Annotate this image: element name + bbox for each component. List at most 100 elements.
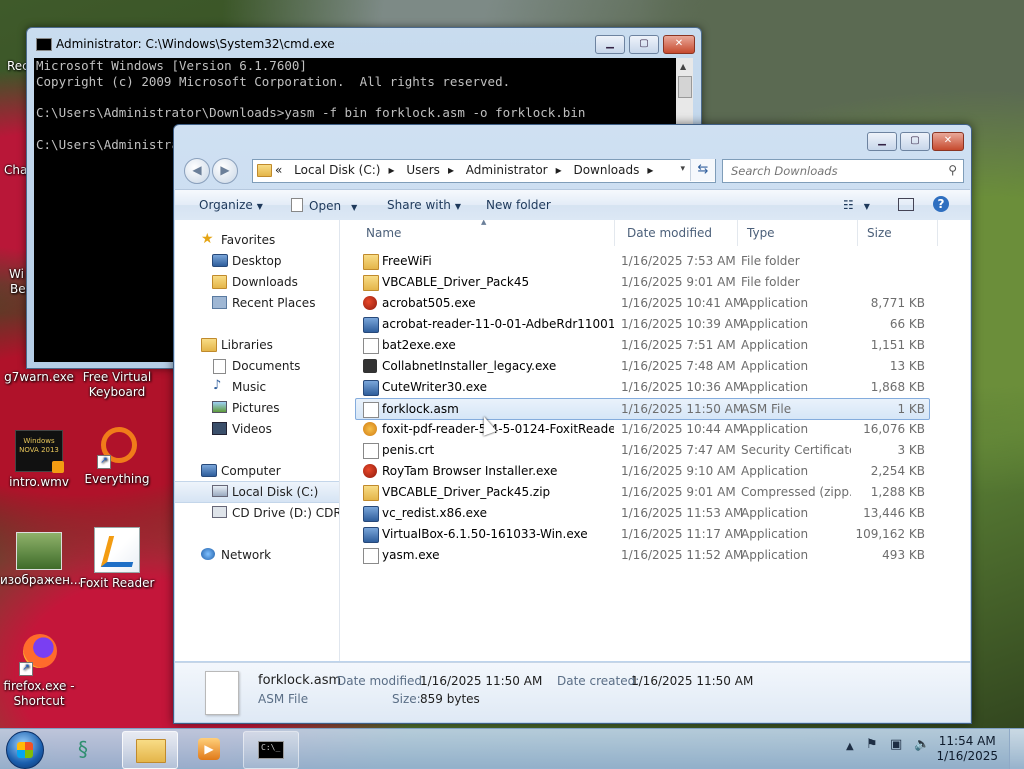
file-row[interactable]: acrobat-reader-11-0-01-AdbeRdr11001_e...…	[356, 314, 929, 334]
desktop-icon-free-virtual-keyboard[interactable]: Free Virtual Keyboard	[78, 370, 156, 400]
nav-label: CD Drive (D:) CDROM	[232, 506, 339, 520]
help-button[interactable]: ?	[933, 196, 949, 212]
breadcrumb-overflow[interactable]: «	[275, 163, 282, 177]
scrollbar-thumb[interactable]	[678, 76, 692, 98]
nav-recent-places[interactable]: Recent Places	[175, 293, 339, 313]
open-button[interactable]: Open ▼	[291, 198, 357, 213]
desktop-icon-image[interactable]: изображен...	[0, 532, 81, 588]
breadcrumb-item-local-disk[interactable]: Local Disk (C:)	[294, 163, 380, 177]
nav-computer[interactable]: Computer	[175, 461, 339, 481]
column-divider[interactable]	[737, 220, 738, 246]
nav-libraries[interactable]: Libraries	[175, 335, 339, 355]
breadcrumb-separator-icon[interactable]: ▸	[647, 163, 653, 177]
search-icon[interactable]: ⚲	[948, 163, 957, 177]
file-date: 1/16/2025 11:52 AM	[621, 548, 744, 562]
nav-documents[interactable]: Documents	[175, 356, 339, 376]
file-size: 16,076 KB	[863, 422, 925, 436]
breadcrumb-item-administrator[interactable]: Administrator	[466, 163, 548, 177]
nav-pictures[interactable]: Pictures	[175, 398, 339, 418]
minimize-button[interactable]: ▁	[867, 132, 897, 151]
folder-icon	[257, 164, 272, 177]
column-header-date[interactable]: Date modified	[627, 226, 712, 240]
nav-local-disk[interactable]: Local Disk (C:)	[175, 481, 339, 503]
action-center-flag-icon[interactable]: ⚑	[866, 737, 878, 752]
address-dropdown-icon[interactable]: ▾	[680, 164, 685, 174]
windows-logo-icon	[17, 742, 33, 758]
nav-favorites[interactable]: ★ Favorites	[175, 230, 339, 250]
file-date: 1/16/2025 7:53 AM	[621, 254, 736, 268]
nav-desktop[interactable]: Desktop	[175, 251, 339, 271]
taskbar-item-explorer[interactable]	[122, 731, 178, 769]
file-row[interactable]: vc_redist.x86.exe 1/16/2025 11:53 AM Appli…	[356, 503, 929, 523]
column-header-type[interactable]: Type	[747, 226, 775, 240]
file-row-selected[interactable]: forklock.asm 1/16/2025 11:50 AM ASM File 1 …	[355, 398, 930, 420]
nav-videos[interactable]: Videos	[175, 419, 339, 439]
taskbar-item-dragon-app[interactable]: §	[62, 731, 116, 767]
network-tray-icon[interactable]: ▣	[890, 737, 902, 752]
new-folder-button[interactable]: New folder	[486, 198, 551, 212]
explorer-window[interactable]: ▁ ▢ ✕ ◀ ▶ « Local Disk (C:) ▸ Users ▸ Admi…	[173, 124, 972, 724]
close-button[interactable]: ✕	[932, 132, 964, 151]
column-header-size[interactable]: Size	[867, 226, 892, 240]
desktop-icon-firefox-shortcut[interactable]: ↗ firefox.exe - Shortcut	[0, 632, 78, 709]
breadcrumb-item-downloads[interactable]: Downloads	[573, 163, 639, 177]
file-name: forklock.asm	[382, 402, 459, 416]
change-view-button[interactable]: ☷ ▼	[843, 198, 870, 212]
column-divider[interactable]	[857, 220, 858, 246]
show-desktop-button[interactable]	[1009, 729, 1024, 769]
file-row[interactable]: VirtualBox-6.1.50-161033-Win.exe 1/16/202…	[356, 524, 929, 544]
nav-music[interactable]: ♪ Music	[175, 377, 339, 397]
file-row[interactable]: RoyTam Browser Installer.exe 1/16/2025 9:…	[356, 461, 929, 481]
file-list[interactable]: ▲ Name Date modified Type Size FreeWiFi 1…	[340, 220, 970, 661]
organize-button[interactable]: Organize ▼	[199, 198, 263, 212]
file-row[interactable]: acrobat505.exe 1/16/2025 10:41 AM Applicat…	[356, 293, 929, 313]
nav-network[interactable]: Network	[175, 545, 339, 565]
taskbar-clock[interactable]: 11:54 AM 1/16/2025	[936, 734, 998, 764]
column-header-name[interactable]: Name	[366, 226, 401, 240]
details-date-created: 1/16/2025 11:50 AM	[631, 674, 754, 688]
start-button[interactable]	[6, 731, 44, 769]
file-row[interactable]: VBCABLE_Driver_Pack45 1/16/2025 9:01 AM Fi…	[356, 272, 929, 292]
file-row[interactable]: CuteWriter30.exe 1/16/2025 10:36 AM Applic…	[356, 377, 929, 397]
column-divider[interactable]	[937, 220, 938, 246]
maximize-button[interactable]: ▢	[900, 132, 930, 151]
taskbar-item-cmd[interactable]: C:\_	[243, 731, 299, 769]
refresh-button[interactable]: ⇆	[690, 159, 715, 181]
file-row[interactable]: CollabnetInstaller_legacy.exe 1/16/2025 7…	[356, 356, 929, 376]
show-hidden-icons-button[interactable]: ▲	[846, 741, 854, 752]
file-row[interactable]: VBCABLE_Driver_Pack45.zip 1/16/2025 9:01 …	[356, 482, 929, 502]
nav-cd-drive[interactable]: CD Drive (D:) CDROM	[175, 503, 339, 523]
search-input[interactable]	[729, 163, 938, 179]
navigation-pane[interactable]: ★ Favorites Desktop Downloads Recent Plac…	[175, 220, 340, 661]
minimize-button[interactable]: ▁	[595, 35, 625, 54]
file-row[interactable]: penis.crt 1/16/2025 7:47 AM Security Certi…	[356, 440, 929, 460]
search-box[interactable]: ⚲	[722, 159, 964, 183]
taskbar-item-media-player[interactable]: ▶	[182, 731, 236, 767]
maximize-button[interactable]: ▢	[629, 35, 659, 54]
share-with-button[interactable]: Share with ▼	[387, 198, 461, 212]
cmd-titlebar[interactable]: Administrator: C:\Windows\System32\cmd.e…	[27, 28, 701, 58]
breadcrumb-item-users[interactable]: Users	[406, 163, 440, 177]
desktop-icon-g7warn[interactable]: g7warn.exe	[0, 370, 78, 385]
address-bar[interactable]: « Local Disk (C:) ▸ Users ▸ Administrator ▸…	[252, 159, 716, 183]
volume-icon[interactable]: 🔈	[914, 737, 930, 752]
forward-button[interactable]: ▶	[212, 158, 238, 184]
back-button[interactable]: ◀	[184, 158, 210, 184]
breadcrumb-separator-icon[interactable]: ▸	[448, 163, 454, 177]
nav-downloads[interactable]: Downloads	[175, 272, 339, 292]
desktop-icon-foxit-reader[interactable]: Foxit Reader	[78, 527, 156, 591]
scroll-up-icon[interactable]: ▲	[680, 62, 686, 71]
cutewriter-icon	[363, 380, 379, 396]
column-divider[interactable]	[614, 220, 615, 246]
file-row[interactable]: foxit-pdf-reader-5-4-5-0124-FoxitReader.…	[356, 419, 929, 439]
breadcrumb-separator-icon[interactable]: ▸	[388, 163, 394, 177]
close-button[interactable]: ✕	[663, 35, 695, 54]
file-row[interactable]: bat2exe.exe 1/16/2025 7:51 AM Application 1…	[356, 335, 929, 355]
file-row[interactable]: yasm.exe 1/16/2025 11:52 AM Application 493…	[356, 545, 929, 565]
preview-pane-button[interactable]	[898, 198, 914, 213]
desktop-icon-everything[interactable]: ↗ Everything	[78, 425, 156, 487]
desktop-icon-intro-wmv[interactable]: Windows NOVA 2013 intro.wmv	[0, 430, 78, 490]
file-row[interactable]: FreeWiFi 1/16/2025 7:53 AM File folder	[356, 251, 929, 271]
share-with-label: Share with	[387, 198, 451, 212]
breadcrumb-separator-icon[interactable]: ▸	[556, 163, 562, 177]
